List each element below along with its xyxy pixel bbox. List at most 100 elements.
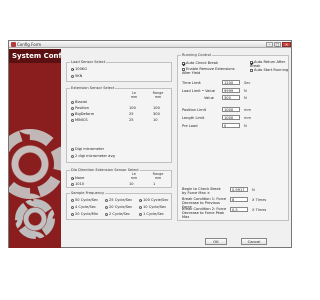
title-bar: Config Form – □ ×	[9, 41, 291, 48]
load-limit-label: Load Limit • Value	[182, 89, 215, 93]
col-le-header: Le mm	[130, 172, 138, 180]
time-limit-input[interactable]: 1200	[222, 80, 240, 85]
break-check-input[interactable]: 0.9917	[230, 187, 248, 192]
le-value: 10	[129, 182, 134, 186]
minimize-button[interactable]: –	[266, 42, 273, 47]
digi-option[interactable]: Digi micrometer	[71, 147, 104, 151]
frequency-option[interactable]: 100 Cycle/Sec	[139, 198, 169, 202]
break-check-label: Begin to Check Break by Force Max ×	[182, 187, 221, 195]
remove-extensions-checkbox[interactable]: Enable Remove Extensions After Yield	[182, 67, 244, 75]
load-value-unit: N	[244, 96, 247, 100]
digi-option[interactable]: 2 digi micrometer avg	[71, 154, 115, 158]
length-limit-label: Length Limit	[182, 116, 205, 120]
dia-sensor-group: Dia Direction Extension Sensor Select Le…	[66, 168, 172, 188]
extension-sensor-group: Extension Sensor Select Le mm Range mm Bia…	[66, 86, 172, 163]
range-value: 10	[153, 118, 158, 122]
checkbox-icon	[182, 67, 185, 71]
break-condition-1-input[interactable]: 8	[230, 197, 248, 202]
extension-sensor-option[interactable]: MINICS	[71, 118, 88, 122]
frequency-option[interactable]: 25 Cycle/Sec	[105, 198, 132, 202]
range-value: 1	[153, 182, 156, 186]
config-window: Config Form – □ × System Config Load Sen…	[8, 40, 292, 248]
frequency-option[interactable]: 1 Cycle/Sec	[139, 212, 164, 216]
col-range-header: Range mm	[152, 172, 164, 180]
range-value: 100	[153, 106, 160, 110]
load-sensor-option[interactable]: 100KG	[71, 67, 87, 71]
load-sensor-legend: Load Sensor Select	[70, 60, 107, 64]
running-control-legend: Running Control	[181, 53, 212, 57]
large-gear-icon	[9, 129, 61, 199]
radio-icon	[71, 100, 74, 104]
app-icon	[11, 42, 16, 47]
sample-frequency-group: Sample Frequency 50 Cycle/Sec 25 Cycle/S…	[66, 191, 172, 220]
break-condition-2-input[interactable]: 0.5	[230, 207, 248, 212]
radio-icon	[71, 106, 74, 110]
position-limit-label: Position Limit	[182, 108, 207, 112]
col-range-header: Range mm	[152, 91, 164, 99]
checkbox-icon	[250, 60, 253, 64]
load-value-input[interactable]: 300	[222, 95, 240, 100]
extension-sensor-option[interactable]: Biaxial	[71, 100, 87, 104]
close-button[interactable]: ×	[282, 42, 291, 47]
pre-load-label: Pre Load	[182, 124, 198, 128]
radio-icon	[71, 154, 74, 158]
length-limit-unit: mm	[244, 116, 252, 120]
checkbox-icon	[250, 68, 253, 72]
radio-icon	[139, 205, 142, 209]
pre-load-input[interactable]: 0	[222, 123, 240, 128]
window-title: Config Form	[17, 42, 42, 47]
col-le-header: Le mm	[130, 91, 138, 99]
frequency-option[interactable]: 10 Cycle/Sec	[139, 205, 166, 209]
extension-sensor-option[interactable]: Position	[71, 106, 89, 110]
radio-icon	[105, 212, 108, 216]
sidebar-header: System Config	[9, 49, 61, 63]
radio-icon	[71, 118, 74, 122]
radio-icon	[71, 147, 74, 151]
frequency-option[interactable]: 20 Cycle/Min	[71, 212, 98, 216]
load-sensor-option[interactable]: 5KN	[71, 74, 82, 78]
radio-icon	[71, 182, 74, 186]
radio-icon	[105, 198, 108, 202]
auto-start-checkbox[interactable]: Auto Start Running	[250, 68, 288, 72]
dia-sensor-option[interactable]: None	[71, 176, 84, 180]
load-limit-input[interactable]: 9999	[222, 88, 240, 93]
load-sensor-group: Load Sensor Select 100KG 5KN	[66, 60, 172, 82]
maximize-button[interactable]: □	[274, 42, 281, 47]
radio-icon	[139, 198, 142, 202]
radio-icon	[71, 74, 74, 78]
frequency-option[interactable]: 20 Cycle/Sec	[105, 205, 132, 209]
position-limit-unit: mm	[244, 108, 252, 112]
radio-icon	[105, 205, 108, 209]
frequency-option[interactable]: 2 Cycle/Sec	[105, 212, 130, 216]
extension-sensor-legend: Extension Sensor Select	[70, 86, 116, 90]
break-condition-2-label: Break Condition 2: Force Decrease to For…	[182, 207, 227, 219]
cancel-button[interactable]: Cancel	[241, 238, 267, 245]
load-value-label: Value	[204, 96, 214, 100]
radio-icon	[139, 212, 142, 216]
le-value: 25	[129, 118, 134, 122]
sidebar-panel: System Config	[9, 49, 61, 248]
break-check-unit: N	[252, 188, 255, 192]
radio-icon	[71, 205, 74, 209]
pre-load-unit: N	[244, 124, 247, 128]
radio-icon	[71, 67, 74, 71]
radio-icon	[71, 112, 74, 116]
time-limit-unit: Sec	[244, 81, 251, 85]
frequency-option[interactable]: 4 Cycle/Sec	[71, 205, 96, 209]
le-value: 25	[129, 112, 134, 116]
frequency-option[interactable]: 50 Cycle/Sec	[71, 198, 98, 202]
length-limit-input[interactable]: 1000	[222, 115, 240, 120]
radio-icon	[71, 198, 74, 202]
position-limit-input[interactable]: 1000	[222, 107, 240, 112]
le-value: 100	[129, 106, 136, 110]
ok-button[interactable]: OK	[205, 238, 227, 245]
auto-return-checkbox[interactable]: Auto Return After Break	[250, 60, 288, 68]
break-condition-2-unit: X Times	[252, 208, 267, 212]
radio-icon	[71, 176, 74, 180]
load-limit-unit: N	[244, 89, 247, 93]
checkbox-icon	[182, 61, 185, 65]
auto-check-break-checkbox[interactable]: Auto Check Break	[182, 61, 218, 65]
dia-sensor-option[interactable]: 1010	[71, 182, 84, 186]
extension-sensor-option[interactable]: BigDeform	[71, 112, 94, 116]
time-limit-label: Time Limit	[182, 81, 201, 85]
